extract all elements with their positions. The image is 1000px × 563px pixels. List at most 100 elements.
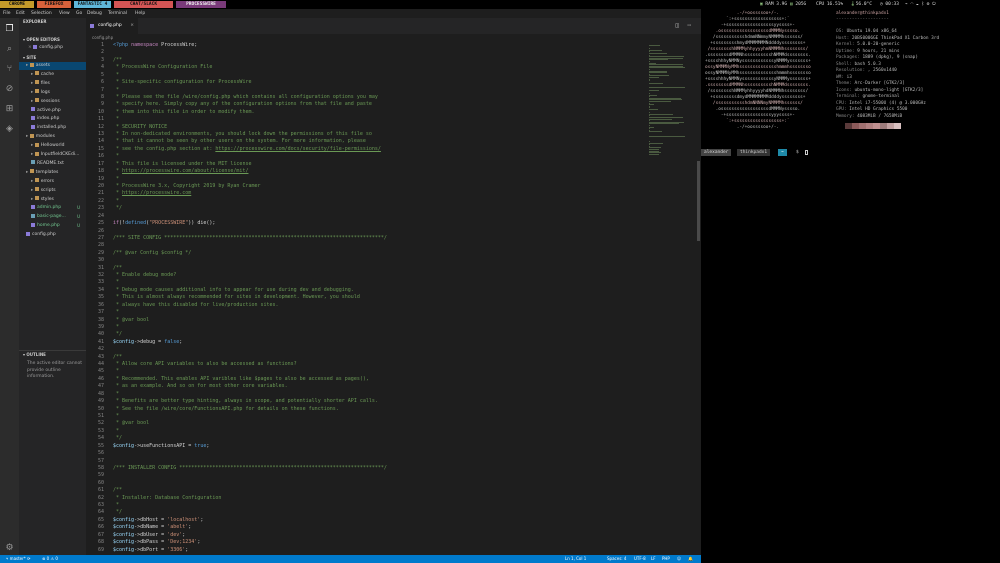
tree-item[interactable]: admin.php U <box>19 204 86 212</box>
feedback-icon[interactable]: ☺ <box>677 555 681 563</box>
sync-icon[interactable]: ⟳ <box>27 556 30 561</box>
code-line[interactable]: 17 * This file is licensed under the MIT… <box>86 161 646 168</box>
code-line[interactable]: 67 $config->dbUser = 'dev'; <box>86 532 646 539</box>
tree-item[interactable]: config.php <box>19 231 86 239</box>
tree-item[interactable]: installed.php <box>19 124 86 132</box>
code-line[interactable]: 15 * see the config.php section at: http… <box>86 146 646 153</box>
code-token[interactable]: https://processwire.com/about/license/mi… <box>122 168 248 174</box>
code-line[interactable]: 61 /** <box>86 487 646 494</box>
code-line[interactable]: 42 <box>86 346 646 353</box>
workspace-tab[interactable]: FANTASTIC 4 <box>74 1 111 8</box>
code-line[interactable]: 34 * Debug mode causes additional info t… <box>86 287 646 294</box>
code-line[interactable]: 55 $config->useFunctionsAPI = true; <box>86 443 646 450</box>
code-line[interactable]: 43 /** <box>86 354 646 361</box>
code-line[interactable]: 66 $config->dbName = 'abelt'; <box>86 524 646 531</box>
tree-item[interactable]: ▸ assets <box>19 62 86 70</box>
search-icon[interactable]: ⌕ <box>4 44 15 55</box>
tree-item[interactable]: active.php <box>19 107 86 115</box>
code-line[interactable]: 29 /** @var Config $config */ <box>86 250 646 257</box>
outline-header[interactable]: ▾ OUTLINE <box>19 350 86 358</box>
breadcrumb[interactable]: config.php <box>86 34 701 41</box>
tree-item[interactable]: ▸ templates <box>19 169 86 177</box>
code-line[interactable]: 32 * Enable debug mode? <box>86 272 646 279</box>
code-line[interactable]: 18 * https://processwire.com/about/licen… <box>86 168 646 175</box>
code-line[interactable]: 22 * <box>86 198 646 205</box>
bluetooth-icon[interactable]: ᛒ <box>921 2 924 7</box>
remote-icon[interactable]: ◈ <box>4 124 15 135</box>
git-branch[interactable]: ⑂ master* ⟳ <box>6 555 30 563</box>
tray-icons[interactable]: ⌁ ◠ ☁ ᛒ ⚙ ⏻ <box>905 1 936 8</box>
code-line[interactable]: 56 <box>86 450 646 457</box>
code-line[interactable]: 23 */ <box>86 205 646 212</box>
code-line[interactable]: 69 $config->dbPort = '3306'; <box>86 547 646 554</box>
tab-config-php[interactable]: config.php × <box>86 18 138 34</box>
tree-item[interactable]: basic-page... U <box>19 213 86 221</box>
code-line[interactable]: 40 */ <box>86 331 646 338</box>
code-line[interactable]: 26 <box>86 228 646 235</box>
tree-item[interactable]: README.txt <box>19 160 86 168</box>
menu-item[interactable]: Terminal <box>108 9 127 18</box>
tree-item[interactable]: home.php U <box>19 222 86 230</box>
code-line[interactable]: 47 * as an example. And so on for most o… <box>86 383 646 390</box>
tree-item[interactable]: ▸ scripts <box>19 187 86 195</box>
code-line[interactable]: 46 * Recommended. This enables API varib… <box>86 376 646 383</box>
code-line[interactable]: 24 <box>86 213 646 220</box>
tree-item[interactable]: ▸ logs <box>19 89 86 97</box>
code-line[interactable]: 30 <box>86 257 646 264</box>
code-line[interactable]: 64 */ <box>86 509 646 516</box>
code-line[interactable]: 59 <box>86 472 646 479</box>
menu-item[interactable]: Go <box>76 9 82 18</box>
code-line[interactable]: 31 /** <box>86 265 646 272</box>
open-editors-header[interactable]: ▾ OPEN EDITORS <box>19 36 86 44</box>
tree-item[interactable]: ▸ modules <box>19 133 86 141</box>
code-line[interactable]: 58 /*** INSTALLER CONFIG ****************… <box>86 465 646 472</box>
code-line[interactable]: 45 * <box>86 368 646 375</box>
line-endings[interactable]: LF <box>651 555 656 563</box>
tree-item[interactable]: ▸ styles <box>19 196 86 204</box>
explorer-icon[interactable]: ❐ <box>4 24 15 35</box>
code-token[interactable]: https://processwire.com/docs/security/fi… <box>215 146 381 152</box>
scrollbar-thumb[interactable] <box>697 161 700 241</box>
workspace-tab[interactable]: PROCESSWIRE <box>176 1 226 8</box>
tree-item[interactable]: ▸ Helloworld <box>19 142 86 150</box>
code-line[interactable]: 12 * SECURITY NOTICE <box>86 124 646 131</box>
power-icon[interactable]: ⏻ <box>932 2 936 7</box>
code-line[interactable]: 49 * Benefits are better type hinting, a… <box>86 398 646 405</box>
code-line[interactable]: 38 * @var bool <box>86 317 646 324</box>
debug-icon[interactable]: ⊘ <box>4 84 15 95</box>
manage-gear-icon[interactable]: ⚙ <box>4 543 15 554</box>
wifi-icon[interactable]: ◠ <box>910 2 913 7</box>
tree-item[interactable]: ▸ InputfieldCKEdi... <box>19 151 86 159</box>
code-line[interactable]: 20 * ProcessWire 3.x, Copyright 2019 by … <box>86 183 646 190</box>
code-line[interactable]: 57 <box>86 458 646 465</box>
code-line[interactable]: 5 * <box>86 72 646 79</box>
code-line[interactable]: 8 * Please see the file /wire/config.php… <box>86 94 646 101</box>
code-line[interactable]: 28 <box>86 242 646 249</box>
menu-item[interactable]: Edit <box>16 9 25 18</box>
menu-item[interactable]: Selection <box>31 9 52 18</box>
menu-item[interactable]: Debug <box>87 9 102 18</box>
code-line[interactable]: 35 * This is almost always recommended f… <box>86 294 646 301</box>
code-line[interactable]: 10 * them into this file in order to mod… <box>86 109 646 116</box>
code-line[interactable]: 11 * <box>86 116 646 123</box>
workspace-tab[interactable]: CHAT/SLACK <box>114 1 173 8</box>
code-line[interactable]: 19 * <box>86 176 646 183</box>
cloud-icon[interactable]: ☁ <box>916 2 919 7</box>
indentation[interactable]: Spaces: 4 <box>607 555 626 563</box>
workspace-tab[interactable]: CHROME <box>0 1 34 8</box>
code-line[interactable]: 36 * always have this disabled for live/… <box>86 302 646 309</box>
code-line[interactable]: 21 * https://processwire.com <box>86 190 646 197</box>
code-line[interactable]: 14 * that it cannot be seen by other use… <box>86 138 646 145</box>
code-line[interactable]: 65 $config->dbHost = 'localhost'; <box>86 517 646 524</box>
code-line[interactable]: 9 * specify here. Simply copy any of the… <box>86 101 646 108</box>
tree-item[interactable]: index.php <box>19 115 86 123</box>
code-line[interactable]: 50 * See the file /wire/core/FunctionsAP… <box>86 406 646 413</box>
code-line[interactable]: 44 * Allow core API variables to also be… <box>86 361 646 368</box>
code-editor[interactable]: 1 <?php namespace ProcessWire; 2 3/** 4 * Pr… <box>86 41 646 555</box>
tab-close-icon[interactable]: × <box>130 18 134 34</box>
menu-item[interactable]: View <box>59 9 70 18</box>
tree-item[interactable]: ▸ sessions <box>19 98 86 106</box>
code-line[interactable]: 53 * <box>86 428 646 435</box>
code-line[interactable]: 60 <box>86 480 646 487</box>
more-actions-icon[interactable]: ⋯ <box>687 22 691 29</box>
